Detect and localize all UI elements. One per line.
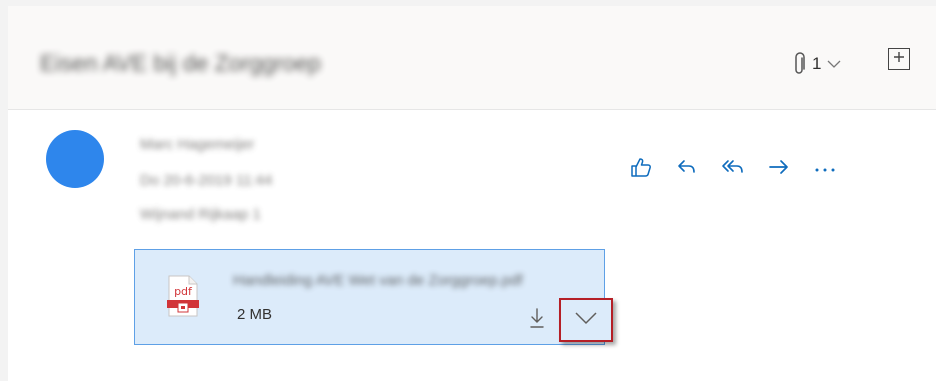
more-actions-icon xyxy=(814,160,836,178)
download-icon xyxy=(529,307,545,334)
message-recipients[interactable]: Wijnand Rijkaap 1 xyxy=(140,206,261,223)
forward-button[interactable] xyxy=(756,154,802,184)
chevron-down-icon xyxy=(827,59,841,69)
attachment-file-size: 2 MB xyxy=(237,306,273,323)
pdf-file-icon: pdf xyxy=(165,274,201,323)
reply-icon xyxy=(676,157,698,182)
like-button[interactable] xyxy=(618,154,664,184)
pdf-icon-label: pdf xyxy=(174,285,193,298)
expand-button[interactable] xyxy=(888,48,910,70)
reading-pane: Eisen AVE bij de Zorggroep 1 Marc Hageme… xyxy=(8,6,936,381)
reply-all-button[interactable] xyxy=(710,154,756,184)
message-header: Eisen AVE bij de Zorggroep 1 xyxy=(8,6,936,110)
chevron-down-icon xyxy=(574,311,598,330)
reply-button[interactable] xyxy=(664,154,710,184)
attachment-file-name[interactable]: Handleiding AVE Wet van de Zorggroep.pdf xyxy=(233,272,523,289)
forward-icon xyxy=(767,157,791,182)
avatar[interactable] xyxy=(46,130,104,188)
message-subject: Eisen AVE bij de Zorggroep xyxy=(40,50,321,76)
attachment-count: 1 xyxy=(812,54,822,73)
sender-name[interactable]: Marc Hagemeijer xyxy=(140,136,254,153)
attachment-options-button[interactable] xyxy=(559,298,613,342)
download-button[interactable] xyxy=(525,306,549,334)
message-date: Do 20-6-2019 11:44 xyxy=(140,172,273,189)
reply-all-icon xyxy=(720,157,746,182)
message-actions xyxy=(618,154,848,184)
expand-square-icon xyxy=(893,50,905,68)
paperclip-icon xyxy=(792,52,806,76)
like-icon xyxy=(629,156,653,183)
attachment-count-button[interactable]: 1 xyxy=(792,50,841,78)
attachment-card[interactable]: pdf Handleiding AVE Wet van de Zorggroep… xyxy=(134,249,613,345)
more-actions-button[interactable] xyxy=(802,154,848,184)
